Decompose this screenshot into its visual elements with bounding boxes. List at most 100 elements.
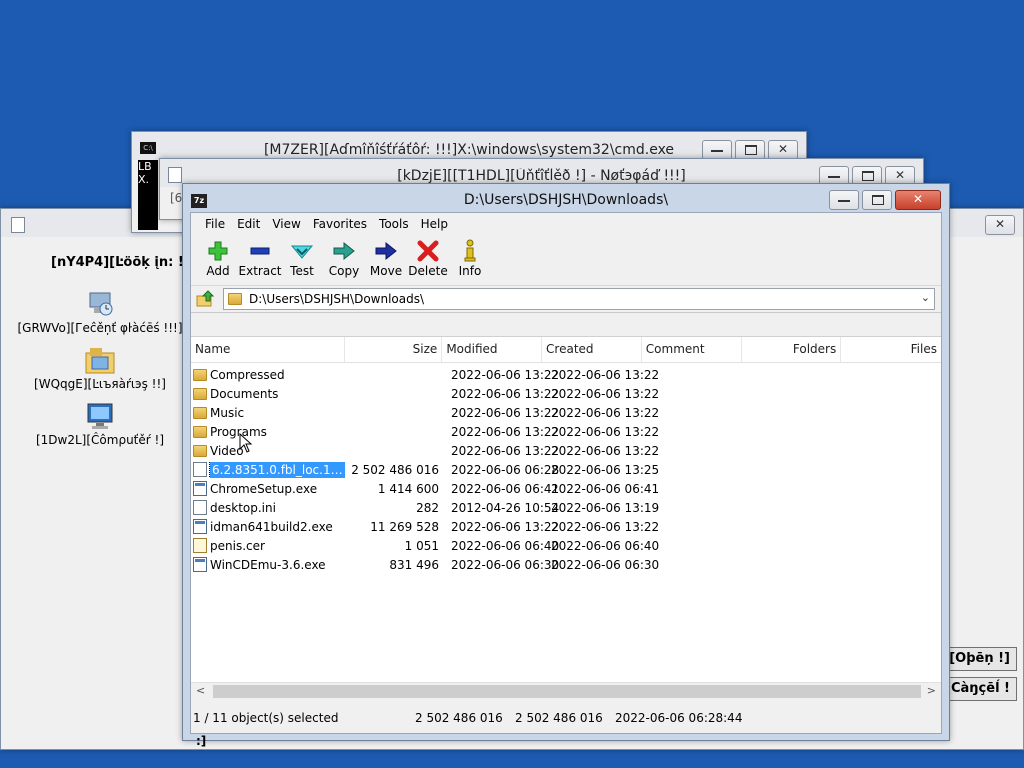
cell-created: 2022-06-06 13:22	[551, 443, 660, 458]
cell-name: Programs	[191, 425, 345, 439]
add-button[interactable]: Add	[199, 235, 237, 285]
scroll-left-icon[interactable]: <	[196, 684, 205, 697]
cell-name: 6.2.8351.0.fbl_loc.12042...	[191, 461, 345, 478]
up-folder-button[interactable]	[195, 289, 217, 309]
column-size[interactable]: Size	[345, 337, 443, 362]
dialog-app-icon	[11, 217, 25, 233]
cell-size: 11 269 528	[370, 519, 439, 534]
cell-created: 2022-06-06 13:22	[551, 405, 660, 420]
folder-icon	[193, 368, 207, 381]
table-row[interactable]: WinCDEmu-3.6.exe 831 496 2022-06-06 06:30 2…	[191, 555, 941, 574]
exe-file-icon	[193, 519, 207, 534]
cell-name: WinCDEmu-3.6.exe	[191, 557, 345, 572]
main-minimize-button[interactable]	[829, 190, 859, 210]
menu-help[interactable]: Help	[415, 217, 454, 231]
address-combobox[interactable]: D:\Users\DSHJSH\Downloads\ ⌄	[223, 288, 935, 310]
places-bar: [GRWVo][Гeĉěņť φŀàćēś !!!] [WQqgE][Ŀɩъяà…	[15, 249, 185, 457]
place-label: [GRWVo][Гeĉěņť φŀàćēś !!!]	[17, 321, 183, 335]
table-row[interactable]: 6.2.8351.0.fbl_loc.12042... 2 502 486 016…	[191, 460, 941, 479]
table-row[interactable]: desktop.ini 282 2012-04-26 10:54 2022-06-06…	[191, 498, 941, 517]
dialog-window-buttons: ✕	[985, 215, 1015, 235]
info-button[interactable]: Info	[451, 235, 489, 285]
maximize-icon	[862, 171, 874, 181]
scroll-thumb[interactable]	[213, 685, 921, 698]
cell-created: 2022-06-06 13:25	[551, 462, 660, 477]
menu-bar: File Edit View Favorites Tools Help	[191, 213, 941, 235]
menu-edit[interactable]: Edit	[231, 217, 266, 231]
background-text: :]	[196, 734, 207, 748]
address-text: D:\Users\DSHJSH\Downloads\	[249, 292, 425, 306]
column-name[interactable]: Name	[191, 337, 345, 362]
table-row[interactable]: idman641build2.exe 11 269 528 2022-06-06 1…	[191, 517, 941, 536]
menu-file[interactable]: File	[199, 217, 231, 231]
place-label: [1Dw2L][Ĉômρuťěŕ !]	[35, 433, 164, 447]
move-button[interactable]: Move	[367, 235, 405, 285]
delete-button[interactable]: Delete	[408, 235, 448, 285]
table-row[interactable]: penis.cer 1 051 2022-06-06 06:40 2022-06-06…	[191, 536, 941, 555]
dialog-close-button[interactable]: ✕	[985, 215, 1015, 235]
table-row[interactable]: ChromeSetup.exe 1 414 600 2022-06-06 06:41…	[191, 479, 941, 498]
status-packed: 2 502 486 016	[515, 711, 603, 725]
file-name: Compressed	[210, 367, 285, 382]
horizontal-scrollbar[interactable]: < >	[191, 682, 941, 701]
cmd-window-buttons: ✕	[702, 140, 798, 160]
notepad-title: [kDzjE][[T1HDL][Ŭňťîťĺěð !] - Nøťэφáď !!…	[397, 168, 686, 184]
folder-icon	[228, 293, 242, 305]
menu-tools[interactable]: Tools	[373, 217, 415, 231]
column-files[interactable]: Files	[841, 337, 941, 362]
minimize-icon	[711, 150, 723, 152]
table-row[interactable]: Programs 2022-06-06 13:22 2022-06-06 13:22	[191, 422, 941, 441]
cell-size: 2 502 486 016	[351, 462, 439, 477]
copy-button[interactable]: Copy	[325, 235, 363, 285]
cmd-minimize-button[interactable]	[702, 140, 732, 160]
chevron-down-icon[interactable]: ⌄	[921, 291, 930, 304]
cell-modified: 2022-06-06 13:22	[451, 405, 560, 420]
main-window-buttons: ✕	[829, 190, 941, 210]
close-icon: ✕	[777, 142, 789, 156]
delete-label: Delete	[408, 264, 448, 278]
cmd-close-button[interactable]: ✕	[768, 140, 798, 160]
cell-size: 1 051	[404, 538, 439, 553]
cell-modified: 2022-06-06 13:22	[451, 424, 560, 439]
exe-file-icon	[193, 481, 207, 496]
menu-favorites[interactable]: Favorites	[307, 217, 373, 231]
list-rows: Compressed 2022-06-06 13:22 2022-06-06 13:…	[191, 363, 941, 574]
column-comment[interactable]: Comment	[642, 337, 742, 362]
cell-created: 2022-06-06 13:22	[551, 386, 660, 401]
computer-icon	[84, 401, 116, 431]
place-recent[interactable]: [GRWVo][Гeĉěņť φŀàćēś !!!]	[15, 289, 185, 335]
cell-modified: 2022-06-06 13:22	[451, 367, 560, 382]
status-bar: 1 / 11 object(s) selected 2 502 486 016 …	[191, 703, 941, 733]
cell-name: ChromeSetup.exe	[191, 481, 345, 496]
scroll-right-icon[interactable]: >	[927, 684, 936, 697]
recent-places-icon	[84, 289, 116, 319]
extract-button[interactable]: Extract	[239, 235, 282, 285]
add-label: Add	[206, 264, 230, 278]
cell-modified: 2022-06-06 06:30	[451, 557, 560, 572]
main-client-area: File Edit View Favorites Tools Help Add …	[190, 212, 942, 734]
add-icon	[206, 239, 230, 263]
minimize-icon	[828, 176, 840, 178]
test-button[interactable]: Test	[283, 235, 321, 285]
cmd-titlebar: C:\ [M7ZER][Aɗmîňîśťŕáťôŕ: !!!]X:\window…	[132, 132, 806, 160]
column-folders[interactable]: Folders	[742, 337, 842, 362]
place-libraries[interactable]: [WQqgE][Ŀɩъяàŕɩэş !!]	[15, 345, 185, 391]
menu-view[interactable]: View	[266, 217, 306, 231]
table-row[interactable]: Documents 2022-06-06 13:22 2022-06-06 13:2…	[191, 384, 941, 403]
table-row[interactable]: Video 2022-06-06 13:22 2022-06-06 13:22	[191, 441, 941, 460]
maximize-icon	[872, 195, 884, 205]
column-modified[interactable]: Modified	[442, 337, 543, 362]
main-maximize-button[interactable]	[862, 190, 892, 210]
7zip-file-manager-window: 7z D:\Users\DSHJSH\Downloads\ ✕ File Edi…	[182, 183, 950, 741]
column-created[interactable]: Created	[542, 337, 642, 362]
cell-modified: 2022-06-06 13:22	[451, 386, 560, 401]
table-row[interactable]: Compressed 2022-06-06 13:22 2022-06-06 13:…	[191, 365, 941, 384]
main-close-button[interactable]: ✕	[895, 190, 941, 210]
file-name: WinCDEmu-3.6.exe	[210, 557, 326, 572]
place-computer[interactable]: [1Dw2L][Ĉômρuťěŕ !]	[15, 401, 185, 447]
status-selection: 1 / 11 object(s) selected	[193, 711, 339, 725]
table-row[interactable]: Music 2022-06-06 13:22 2022-06-06 13:22	[191, 403, 941, 422]
cell-created: 2022-06-06 06:41	[551, 481, 660, 496]
status-date: 2022-06-06 06:28:44	[615, 711, 743, 725]
cmd-maximize-button[interactable]	[735, 140, 765, 160]
